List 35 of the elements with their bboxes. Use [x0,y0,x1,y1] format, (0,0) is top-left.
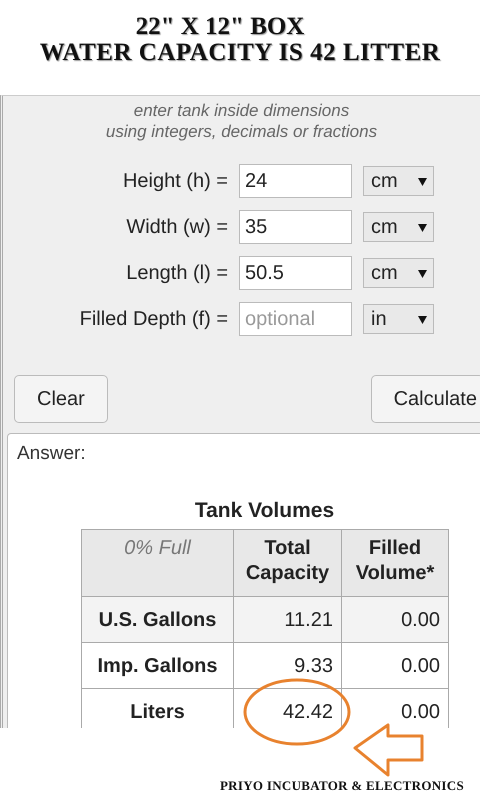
column-header: Total Capacity [234,530,342,596]
caret-icon [418,176,427,186]
annotation-arrow [354,724,424,776]
table-cell: 11.21 [234,596,342,642]
input-field[interactable]: 35 [239,210,352,244]
answer-label: Answer: [17,443,86,464]
hint-text: enter tank inside dimensions [132,100,350,121]
input-field[interactable]: optional [239,302,352,336]
input-field[interactable]: 24 [239,164,352,198]
field-label: Height (h) = [122,169,229,194]
column-header: 0% Full [82,530,234,596]
column-header: Filled Volume* [342,530,448,596]
table-cell: 0.00 [342,596,448,642]
field-label: Length (l) = [125,261,229,286]
caret-icon [418,314,427,324]
calculate-button[interactable]: Calculate [370,375,480,423]
footer-text: PRIYO INCUBATOR & ELECTRONICS [220,777,464,795]
field-label: Filled Depth (f) = [78,307,229,332]
field-label: Width (w) = [125,215,229,240]
table-cell: 0.00 [342,642,448,688]
table-cell: 9.33 [234,642,342,688]
row-header: U.S. Gallons [82,596,234,642]
input-field[interactable]: 50.5 [239,256,352,290]
caption-title: 22" X 12" BOX [136,14,304,40]
caret-icon [418,268,427,278]
caption-subtitle: WATER CAPACITY IS 42 LITTER [40,40,440,66]
unit-dropdown[interactable]: cm [363,258,434,288]
table-title: Tank Volumes [194,498,336,524]
unit-dropdown[interactable]: in [363,304,434,334]
caret-icon [418,222,427,232]
row-header: Imp. Gallons [82,642,234,688]
hint-text: using integers, decimals or fractions [104,121,378,142]
clear-button[interactable]: Clear [14,375,108,423]
unit-dropdown[interactable]: cm [363,212,434,242]
unit-dropdown[interactable]: cm [363,166,434,196]
